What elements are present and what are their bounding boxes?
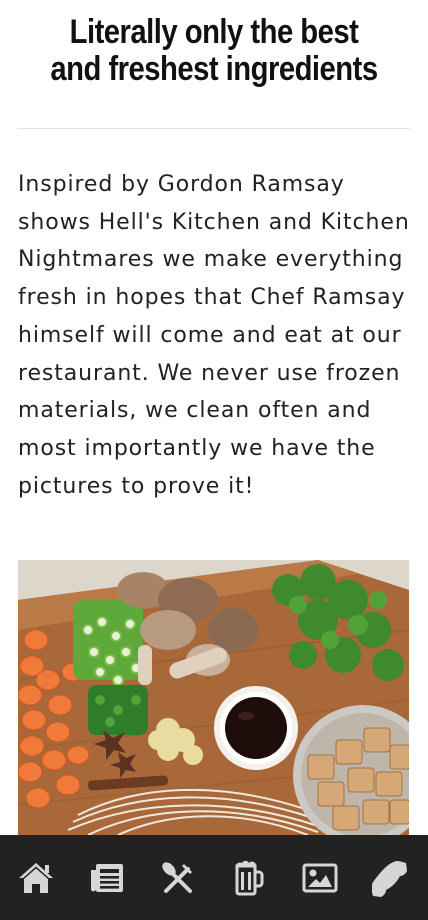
page: Literally only the best and freshest ing… xyxy=(0,0,428,920)
home-icon xyxy=(18,862,53,893)
nav-drinks-button[interactable] xyxy=(213,835,284,920)
heading-divider xyxy=(18,128,410,129)
nav-gallery-button[interactable] xyxy=(284,835,355,920)
utensils-icon xyxy=(161,861,192,893)
newspaper-icon xyxy=(90,863,123,892)
phone-icon xyxy=(371,860,407,897)
bottom-navigation-bar xyxy=(0,835,428,920)
image-icon xyxy=(302,863,337,892)
ingredients-photo xyxy=(18,560,409,835)
nav-menu-button[interactable] xyxy=(142,835,213,920)
beer-mug-icon xyxy=(235,860,263,895)
nav-home-button[interactable] xyxy=(0,835,71,920)
nav-call-button[interactable] xyxy=(355,835,426,920)
intro-paragraph: Inspired by Gordon Ramsay shows Hell's K… xyxy=(18,172,410,499)
page-heading: Literally only the best and freshest ing… xyxy=(50,13,378,88)
nav-news-button[interactable] xyxy=(71,835,142,920)
